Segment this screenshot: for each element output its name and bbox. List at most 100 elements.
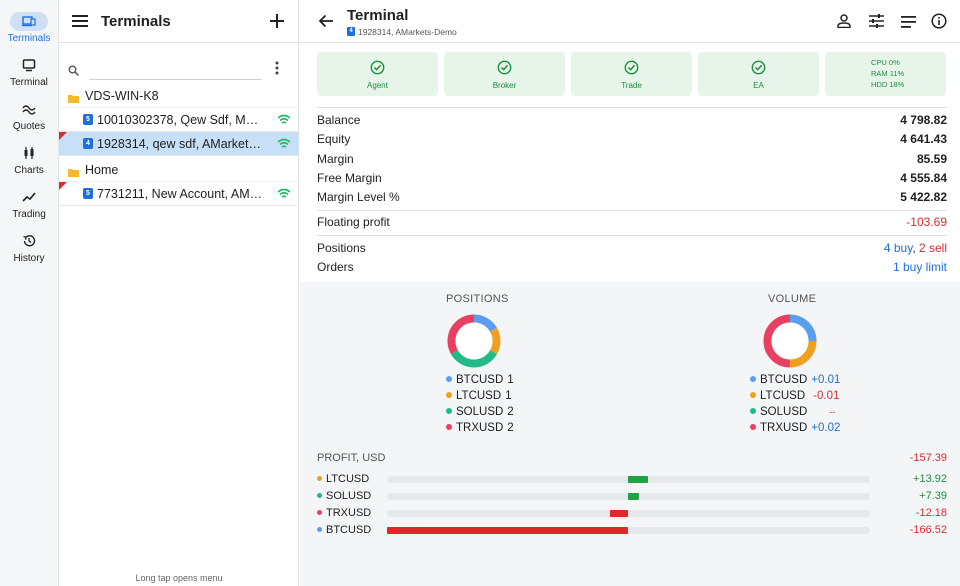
balance-value: 4 798.82 (900, 113, 947, 127)
status-card-ea[interactable]: EA (698, 52, 819, 96)
back-arrow-icon[interactable] (318, 14, 333, 33)
free-margin-row: Free Margin 4 555.84 (317, 169, 947, 187)
status-label: Agent (367, 81, 388, 90)
menu-icon[interactable] (72, 14, 88, 33)
positions-value: 4 buy, 2 sell (884, 241, 947, 255)
candlestick-icon (10, 144, 48, 163)
person-icon[interactable] (837, 14, 851, 33)
history-icon (10, 232, 48, 251)
wifi-icon (277, 114, 291, 128)
status-label: Trade (621, 81, 642, 90)
monitor-icon (10, 56, 48, 75)
free-margin-label: Free Margin (317, 171, 382, 185)
margin-label: Margin (317, 152, 354, 166)
positions-row[interactable]: Positions 4 buy, 2 sell (317, 239, 947, 257)
cpu-usage: CPU 0% (871, 58, 900, 67)
folder-name: Home (85, 163, 119, 177)
positions-separator: , (912, 241, 919, 255)
status-card-trade[interactable]: Trade (571, 52, 692, 96)
check-circle-icon (370, 60, 385, 75)
profit-value: -166.52 (909, 524, 947, 536)
account-row[interactable]: 5 7731211, New Account, AMarkets-Demo (59, 182, 299, 206)
profit-track (387, 476, 870, 483)
equity-label: Equity (317, 132, 351, 146)
terminal-panel: Terminal 4 1928314, AMarkets-Demo Agent … (300, 0, 960, 586)
sliders-icon[interactable] (869, 14, 884, 33)
flag-marker (59, 132, 67, 140)
profit-value: +13.92 (913, 473, 947, 485)
positions-legend-solusd: SOLUSD 2 (446, 406, 514, 418)
profit-row: TRXUSD -12.18 (317, 505, 947, 521)
folder-icon (68, 92, 79, 106)
positions-legend-trxusd: TRXUSD 2 (446, 422, 514, 434)
rail-label: Terminals (7, 33, 51, 44)
divider (317, 210, 947, 211)
terminal-header: Terminal 4 1928314, AMarkets-Demo (300, 0, 960, 43)
search-input[interactable] (89, 58, 261, 80)
platform-badge: 4 (83, 138, 93, 149)
platform-badge: 4 (347, 27, 355, 36)
profit-bar (387, 527, 628, 534)
margin-value: 85.59 (916, 152, 947, 166)
divider (317, 107, 947, 108)
rail-item-terminals[interactable]: Terminals (0, 12, 58, 56)
terminals-title: Terminals (101, 13, 171, 30)
info-icon[interactable] (931, 13, 947, 34)
profit-title: PROFIT, USD (317, 452, 386, 464)
volume-legend-solusd: SOLUSD -- (750, 406, 835, 418)
profit-symbol: TRXUSD (326, 507, 372, 519)
rail-item-quotes[interactable]: Quotes (0, 100, 58, 144)
status-card-system[interactable]: CPU 0% RAM 11% HDD 18% (825, 52, 946, 96)
more-vert-icon[interactable] (275, 61, 279, 80)
rail-label: Quotes (12, 121, 46, 132)
equity-value: 4 641.43 (900, 132, 947, 146)
status-card-broker[interactable]: Broker (444, 52, 565, 96)
positions-sell: 2 sell (918, 241, 947, 255)
ram-usage: RAM 11% (871, 69, 905, 78)
profit-row: BTCUSD -166.52 (317, 522, 947, 538)
orders-row[interactable]: Orders 1 buy limit (317, 258, 947, 276)
margin-row: Margin 85.59 (317, 150, 947, 168)
check-circle-icon (497, 60, 512, 75)
account-row[interactable]: 5 10010302378, Qew Sdf, MetaQuotes-Demo (59, 108, 299, 132)
nav-rail: Terminals Terminal Quotes Charts Trading (0, 0, 59, 586)
volume-legend-btcusd: BTCUSD +0.01 (750, 374, 840, 386)
profit-value: +7.39 (919, 490, 947, 502)
profit-value: -12.18 (915, 507, 947, 519)
rail-item-history[interactable]: History (0, 232, 58, 276)
folder-row[interactable]: Home (59, 158, 299, 182)
add-icon[interactable] (270, 14, 284, 33)
folder-row[interactable]: VDS-WIN-K8 (59, 84, 299, 108)
wifi-icon (277, 188, 291, 202)
platform-badge: 5 (83, 188, 93, 199)
quotes-icon (10, 100, 48, 119)
sort-lines-icon[interactable] (901, 15, 916, 33)
status-label: EA (753, 81, 764, 90)
profit-track (387, 510, 870, 517)
rail-item-charts[interactable]: Charts (0, 144, 58, 188)
flag-marker (59, 182, 67, 190)
divider (317, 235, 947, 236)
rail-label: Trading (12, 209, 46, 220)
positions-legend-btcusd: BTCUSD 1 (446, 374, 514, 386)
profit-track (387, 527, 870, 534)
terminal-subtitle: 1928314, AMarkets-Demo (358, 27, 457, 37)
rail-item-terminal[interactable]: Terminal (0, 56, 58, 100)
balance-row: Balance 4 798.82 (317, 111, 947, 129)
rail-label: Charts (14, 165, 44, 176)
orders-label: Orders (317, 260, 354, 274)
margin-level-row: Margin Level % 5 422.82 (317, 188, 947, 206)
status-card-agent[interactable]: Agent (317, 52, 438, 96)
volume-legend-trxusd: TRXUSD +0.02 (750, 422, 840, 434)
volume-legend-ltcusd: LTCUSD -0.01 (750, 390, 839, 402)
status-label: Broker (492, 81, 517, 90)
account-name: 7731211, New Account, AMarkets-Demo (97, 187, 263, 201)
account-row-selected[interactable]: 4 1928314, qew sdf, AMarkets-Demo (59, 132, 299, 156)
positions-chart-title: POSITIONS (446, 293, 509, 305)
orders-value: 1 buy limit (892, 260, 947, 274)
long-tap-hint: Long tap opens menu (135, 573, 223, 583)
charts-area: POSITIONS BTCUSD 1 LTCUSD 1 SOLUSD 2 TRXUSD… (300, 282, 960, 586)
folder-icon (68, 166, 79, 180)
account-name: 1928314, qew sdf, AMarkets-Demo (97, 137, 263, 151)
rail-item-trading[interactable]: Trading (0, 188, 58, 232)
